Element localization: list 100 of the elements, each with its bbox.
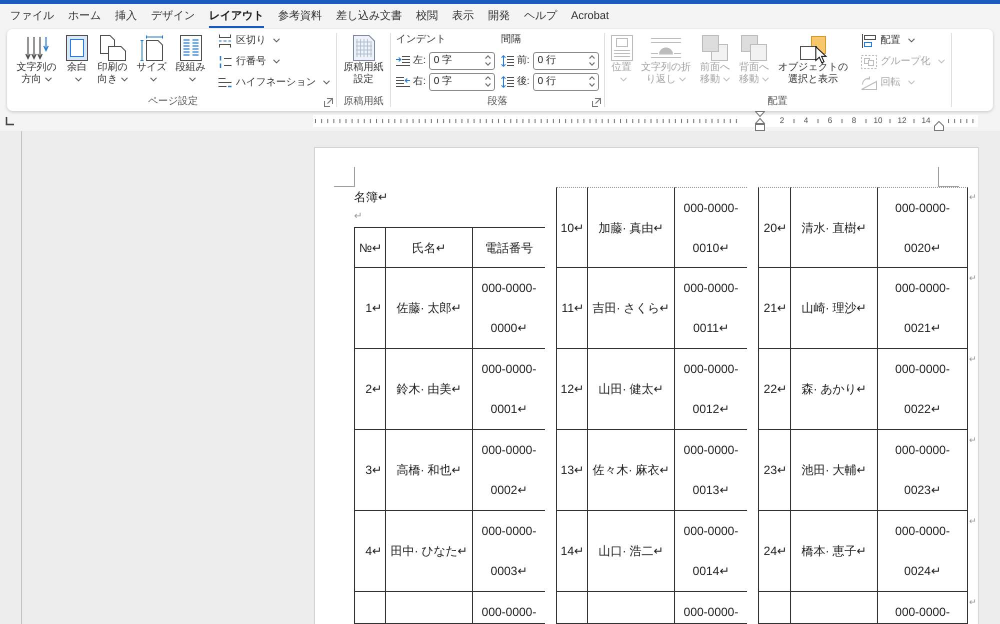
ribbon-tab[interactable]: 表示 xyxy=(452,4,474,28)
group-icon xyxy=(860,54,877,68)
ribbon-tab[interactable]: ヘルプ xyxy=(524,4,557,28)
table-cell: 山田· 健太↵ xyxy=(588,349,675,430)
table-cell: 山口· 浩二↵ xyxy=(588,511,675,592)
dialog-launcher-icon[interactable] xyxy=(324,98,333,106)
spin-down-icon[interactable] xyxy=(588,83,595,87)
dialog-launcher-icon[interactable] xyxy=(592,98,601,106)
mouse-pointer-icon xyxy=(814,46,827,64)
spin-down-icon[interactable] xyxy=(588,62,595,66)
table-cell: 加藤· 真由↵ xyxy=(588,187,675,268)
page-margins-icon xyxy=(65,35,89,61)
table-cell: 000-0000- 0021↵ xyxy=(878,268,968,349)
spin-down-icon[interactable] xyxy=(484,62,491,66)
table-cell: 000-0000- 0024↵ xyxy=(878,511,968,592)
table-cell: 000-0000- 0022↵ xyxy=(878,349,968,430)
ribbon-tab[interactable]: ファイル xyxy=(10,4,54,28)
small-ribbon-button[interactable]: 配置 xyxy=(858,30,948,51)
spin-field[interactable]: 0 字 xyxy=(428,72,495,90)
section-heading: 間隔 xyxy=(500,33,521,47)
page-columns-icon xyxy=(180,35,202,61)
ribbon-tab[interactable]: 校閲 xyxy=(416,4,438,28)
table-cell: 000-0000- 0014↵ xyxy=(675,511,747,592)
spin-up-icon[interactable] xyxy=(588,55,595,59)
align-icon xyxy=(860,34,877,48)
ribbon-tab[interactable]: Acrobat xyxy=(571,4,609,28)
large-ribbon-button[interactable]: オブジェクトの選択と表示 xyxy=(774,30,852,96)
paragraph-mark: ↵ xyxy=(969,434,978,447)
table-cell: 3↵ xyxy=(354,430,386,511)
ruler-number: 12 xyxy=(896,116,908,126)
table-cell: 山崎· 理沙↵ xyxy=(791,268,878,349)
ribbon-tab[interactable]: ホーム xyxy=(68,4,101,28)
spin-up-icon[interactable] xyxy=(484,55,491,59)
table-cell: 000-0000- 0002↵ xyxy=(473,430,545,511)
ribbon-tab[interactable]: 差し込み文書 xyxy=(336,4,402,28)
large-ribbon-button[interactable]: サイズ xyxy=(133,30,170,96)
large-ribbon-button[interactable]: 余白 xyxy=(62,30,92,96)
table-cell xyxy=(354,592,386,624)
spin-down-icon[interactable] xyxy=(484,83,491,87)
table-cell: 000-0000- 0020↵ xyxy=(878,187,968,268)
table-cell: 清水· 直樹↵ xyxy=(791,187,878,268)
table-cell: 000-0000- 0003↵ xyxy=(473,511,545,592)
table-header-cell: 氏名↵ xyxy=(386,227,473,268)
down-arrows-icon xyxy=(24,36,48,60)
table-cell: 10↵ xyxy=(556,187,588,268)
ribbon-tab[interactable]: 開発 xyxy=(488,4,510,28)
document-title: 名簿↵ xyxy=(354,189,388,206)
table-cell: 13↵ xyxy=(556,430,588,511)
ruler-number: 8 xyxy=(850,116,858,126)
small-ribbon-button[interactable]: ハイフネーション xyxy=(215,72,333,93)
large-ribbon-button[interactable]: 文字列の方向 xyxy=(13,30,60,96)
tab-selector-icon[interactable] xyxy=(5,116,14,126)
send-backward-icon xyxy=(741,35,768,61)
ruler-number: 10 xyxy=(872,116,884,126)
spin-field[interactable]: 0 行 xyxy=(532,52,599,70)
table-cell xyxy=(556,592,588,624)
table-cell: 000-0000- 0010↵ xyxy=(675,187,747,268)
large-ribbon-button[interactable]: 段組み xyxy=(172,30,209,96)
spin-up-icon[interactable] xyxy=(484,76,491,80)
table-cell: 14↵ xyxy=(556,511,588,592)
group-label: ページ設定 xyxy=(148,96,198,108)
table-cell: 橋本· 恵子↵ xyxy=(791,511,878,592)
ruler-tick-drawing xyxy=(817,119,819,123)
table-cell: 22↵ xyxy=(758,349,791,430)
table-cell: 000-0000- 0012↵ xyxy=(675,349,747,430)
ruler-number: 6 xyxy=(826,116,834,126)
ribbon-tab[interactable]: デザイン xyxy=(151,4,195,28)
group-label: 配置 xyxy=(768,96,788,108)
spacing-after-icon xyxy=(500,76,514,88)
spin-field[interactable]: 0 字 xyxy=(428,52,495,70)
small-ribbon-button[interactable]: 区切り xyxy=(215,30,333,51)
page-break-icon xyxy=(218,34,232,48)
paragraph-mark: ↵ xyxy=(969,515,978,528)
group-label: 原稿用紙 xyxy=(344,96,384,108)
table-cell: 12↵ xyxy=(556,349,588,430)
page-size-icon xyxy=(140,35,164,61)
pages-icon xyxy=(100,35,126,61)
ribbon-tab[interactable]: 参考資料 xyxy=(278,4,322,28)
table-cell: 000-0000- 0011↵ xyxy=(675,268,747,349)
corner-mark-icon xyxy=(334,167,355,187)
rotate-icon xyxy=(860,76,877,90)
spin-up-icon[interactable] xyxy=(588,76,595,80)
corner-mark-icon xyxy=(938,167,959,187)
paragraph-mark: ↵ xyxy=(969,353,978,366)
ruler-number: 4 xyxy=(802,116,810,126)
group-label: 段落 xyxy=(487,96,508,108)
large-ribbon-button[interactable]: 印刷の向き xyxy=(94,30,131,96)
field-label: 左: xyxy=(413,54,426,68)
table-header-cell: №↵ xyxy=(354,227,386,268)
paragraph-mark: ↵ xyxy=(354,210,362,224)
table-cell: 000-0000- 0013↵ xyxy=(675,430,747,511)
indent-marker-icon[interactable] xyxy=(755,111,765,131)
table-cell: 佐々木· 麻衣↵ xyxy=(588,430,675,511)
spin-field[interactable]: 0 行 xyxy=(532,72,599,90)
large-ribbon-button[interactable]: 原稿用紙設定 xyxy=(340,30,387,96)
table-cell: 鈴木· 由美↵ xyxy=(386,349,473,430)
table-header-cell: 電話番号 xyxy=(473,227,545,268)
ribbon-tab[interactable]: 挿入 xyxy=(115,4,137,28)
page-position-icon xyxy=(610,35,633,61)
small-ribbon-button[interactable]: 行番号 xyxy=(215,51,333,72)
